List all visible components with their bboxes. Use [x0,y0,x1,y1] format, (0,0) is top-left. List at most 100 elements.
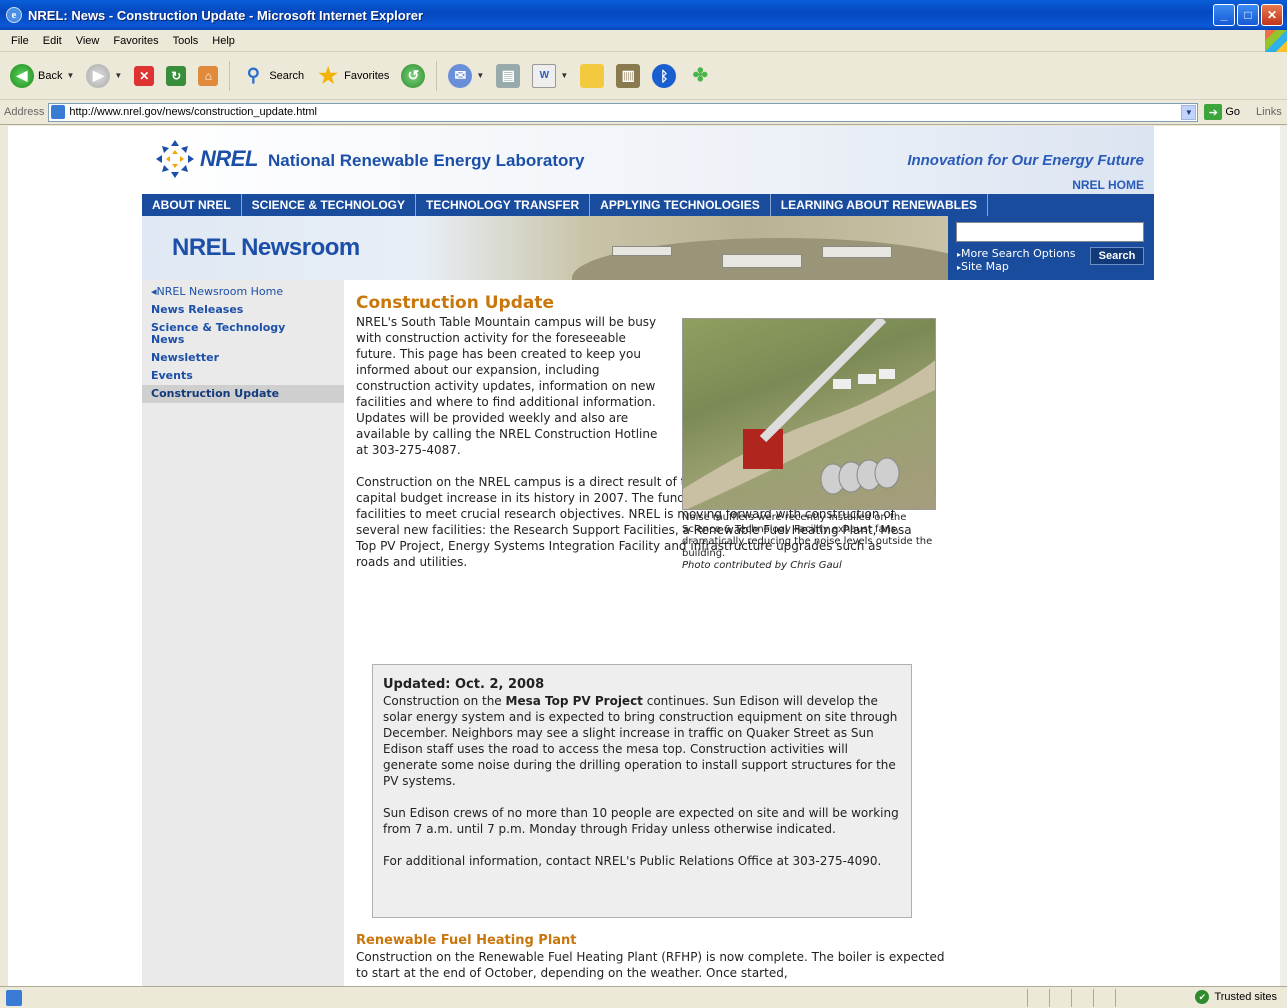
nav-learning-about-renewables[interactable]: LEARNING ABOUT RENEWABLES [771,194,988,216]
mail-icon: ✉ [448,63,473,88]
menu-favorites[interactable]: Favorites [106,35,165,47]
sidebar-item-events[interactable]: Events [142,367,344,385]
main-nav: ABOUT NREL SCIENCE & TECHNOLOGY TECHNOLO… [142,194,1154,216]
sidebar-item-newsletter[interactable]: Newsletter [142,349,344,367]
menu-bar: File Edit View Favorites Tools Help [0,30,1287,52]
standard-toolbar: ◀ Back ▼ ▶ ▼ ✕ ↻ ⌂ ⚲ Search ★ Favorites … [0,52,1287,100]
mail-button[interactable]: ✉ ▼ [444,58,488,94]
search-button[interactable]: ⚲ Search [237,58,308,94]
home-button[interactable]: ⌂ [194,58,222,94]
site-header: NREL National Renewable Energy Laborator… [142,126,1154,194]
forward-button[interactable]: ▶ ▼ [82,58,126,94]
search-links: More Search Options Site Map [957,248,1076,274]
mesa-top-pv-project: Mesa Top PV Project [505,694,643,708]
forward-arrow-icon: ▶ [86,63,111,88]
site-search-button[interactable]: Search [1090,247,1144,265]
update-box: Updated: Oct. 2, 2008 Construction on th… [372,664,912,918]
security-zone-label: Trusted sites [1214,991,1277,1003]
status-cells [1027,989,1137,1007]
favorites-label: Favorites [344,69,390,82]
nrel-logo-text[interactable]: NREL [200,146,258,172]
sidebar-item-newsroom-home[interactable]: ◂NREL Newsroom Home [142,280,344,301]
search-icon: ⚲ [246,65,260,85]
site-search-input[interactable] [956,222,1144,242]
window-title-bar[interactable]: e NREL: News - Construction Update - Mic… [0,0,1287,30]
go-label: Go [1225,106,1241,118]
site-tagline: Innovation for Our Energy Future [907,152,1144,169]
history-button[interactable]: ↺ [397,58,429,94]
update-paragraph-1: Construction on the Mesa Top PV Project … [383,693,901,789]
stop-button[interactable]: ✕ [130,58,158,94]
refresh-button[interactable]: ↻ [162,58,190,94]
mail-dropdown-icon[interactable]: ▼ [476,71,484,80]
nav-about-nrel[interactable]: ABOUT NREL [142,194,242,216]
minimize-button[interactable]: _ [1213,4,1235,26]
edit-dropdown-icon[interactable]: ▼ [560,71,568,80]
sidebar-item-science-technology-news[interactable]: Science & Technology News [142,319,312,349]
print-button[interactable]: ▤ [492,58,524,94]
print-icon: ▤ [496,63,521,88]
trusted-check-icon: ✔ [1195,990,1210,1004]
page-status-icon [6,989,22,1006]
nrel-home-link[interactable]: NREL HOME [1072,178,1144,192]
research-button[interactable]: ▥ [612,58,644,94]
forward-dropdown-icon[interactable]: ▼ [114,71,122,80]
window-controls: _ □ ✕ [1213,4,1283,26]
address-label: Address [4,106,45,118]
menu-view[interactable]: View [69,35,107,47]
edit-button[interactable]: W ▼ [528,58,572,94]
back-dropdown-icon[interactable]: ▼ [66,71,74,80]
favorites-button[interactable]: ★ Favorites [312,58,393,94]
vertical-scrollbar[interactable] [1279,126,1287,986]
update-paragraph-3: For additional information, contact NREL… [383,854,882,868]
go-button[interactable]: ➔ Go [1204,104,1240,120]
sidebar-item-news-releases[interactable]: News Releases [142,301,344,319]
site-map-link[interactable]: Site Map [957,261,1076,274]
refresh-icon: ↻ [166,65,187,86]
menu-file[interactable]: File [4,35,36,47]
nav-technology-transfer[interactable]: TECHNOLOGY TRANSFER [416,194,591,216]
folder-button[interactable] [576,58,608,94]
security-zone[interactable]: ✔ Trusted sites [1195,990,1277,1004]
photo-caption-text: Noise mufflers were recently installed o… [682,512,933,559]
menu-tools[interactable]: Tools [166,35,206,47]
back-label: Back [38,69,63,82]
nav-applying-technologies[interactable]: APPLYING TECHNOLOGIES [590,194,771,216]
photo-credit: Photo contributed by Chris Gaul [682,560,842,571]
maximize-button[interactable]: □ [1237,4,1259,26]
nrel-page: NREL National Renewable Energy Laborator… [142,126,1154,986]
menu-edit[interactable]: Edit [36,35,69,47]
page-viewport: NREL National Renewable Energy Laborator… [8,126,1280,986]
messenger-button[interactable]: ✤ [684,58,716,94]
favorites-star-icon: ★ [318,62,339,88]
home-icon: ⌂ [198,65,219,86]
nav-science-technology[interactable]: SCIENCE & TECHNOLOGY [242,194,417,216]
sidebar-item-construction-update[interactable]: Construction Update [142,385,344,403]
rfhp-text: Construction on the Renewable Fuel Heati… [356,950,945,980]
ie-page-icon: e [6,7,22,23]
banner-building [612,246,672,256]
crane-photo-illustration [683,319,935,509]
menu-help[interactable]: Help [205,35,242,47]
construction-photo [682,318,936,510]
toolbar-separator [436,60,438,91]
bluetooth-icon: ᛒ [652,63,677,88]
update-date: Updated: Oct. 2, 2008 [383,677,545,692]
window-left-edge [0,126,8,986]
links-button[interactable]: Links [1256,106,1282,118]
bluetooth-button[interactable]: ᛒ [648,58,680,94]
article-intro: NREL's South Table Mountain campus will … [356,315,658,457]
address-input[interactable]: http://www.nrel.gov/news/construction_up… [48,102,1199,122]
newsroom-banner: NREL Newsroom [142,216,948,280]
address-bar: Address http://www.nrel.gov/news/constru… [0,100,1287,125]
article-title: Construction Update [356,293,554,313]
history-icon: ↺ [401,63,426,88]
back-button[interactable]: ◀ Back ▼ [6,58,78,94]
address-url[interactable]: http://www.nrel.gov/news/construction_up… [69,106,317,118]
address-dropdown-icon[interactable]: ▼ [1181,104,1197,120]
update-paragraph-2: Sun Edison crews of no more than 10 peop… [383,806,899,836]
close-button[interactable]: ✕ [1261,4,1283,26]
nrel-logo-icon[interactable] [154,138,196,180]
page-icon [51,105,66,119]
rfhp-heading: Renewable Fuel Heating Plant [356,933,577,948]
